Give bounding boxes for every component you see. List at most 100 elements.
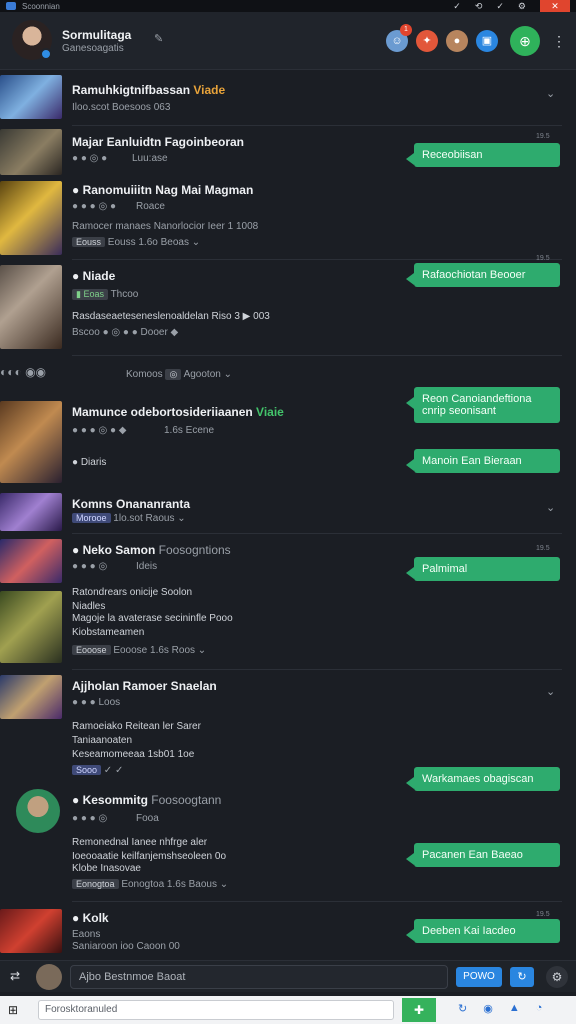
notification-badge: 1 <box>400 24 412 36</box>
message-input[interactable]: Ajbo Bestnmoe Baoat <box>70 965 448 989</box>
item-title: ● Kesommitg Foosoogtann <box>72 793 222 807</box>
list-item[interactable]: ● Niade ▮ Eoas Thcoo Rasdaseaeteseneslen… <box>0 263 576 349</box>
tray-icons: ↻ ◉ ▲ ◔ <box>458 1002 542 1015</box>
divider <box>72 901 562 902</box>
item-meta: 1.6s Ecene <box>164 425 215 436</box>
divider <box>72 259 562 260</box>
item-meta: Iloo.scot Boesoos 063 <box>72 102 171 113</box>
item-line: Niadles <box>72 601 106 612</box>
divider <box>72 533 562 534</box>
message-bubble[interactable]: Pacanen Ean Baeao <box>406 843 560 867</box>
divider <box>72 669 562 670</box>
item-meta-2: Bscoo ● ◎ ● ● Dooer ◆ <box>72 327 179 338</box>
taskbar-search-input[interactable]: Forosktoranuled <box>38 1000 394 1020</box>
item-title: Komns Onananranta <box>72 497 191 511</box>
message-bubble[interactable]: Reon Canoiandeftiona cnrip seonisant <box>406 387 560 423</box>
game-thumbnail <box>0 75 62 119</box>
item-line: Remonednal Ianee nhfrge aler <box>72 837 208 848</box>
item-line: ● Diaris <box>72 457 107 468</box>
avatar-group: ◐◐◐ ◉◉ <box>0 365 47 379</box>
page-title: Sormulitaga <box>62 28 132 42</box>
reaction-icons: ● ● ● ◎ <box>72 813 108 824</box>
list-item[interactable]: Komns Onananranta Morooe 1lo.sot Raous ⌄… <box>0 491 576 533</box>
item-meta-2: Eouss Eouss 1.6o Beoas ⌄ <box>72 237 200 248</box>
message-bubble[interactable]: Receobiisan <box>406 143 560 167</box>
window-title: Scoonnian <box>22 1 60 11</box>
chevron-down-icon[interactable]: ⌄ <box>546 87 555 100</box>
item-line: Klobe Inasovae <box>72 863 141 874</box>
item-title: Ramuhkigtnifbassan Viade <box>72 83 226 97</box>
link-icon[interactable]: ⟲ <box>475 1 483 12</box>
sync-icon[interactable]: ↻ <box>458 1002 467 1015</box>
item-title: Mamunce odebortosideriiaanen Viaie <box>72 405 284 419</box>
list-item[interactable]: ● Ranomuiiitn Nag Mai Magman ● ● ● ◎ ● R… <box>0 179 576 259</box>
chevron-down-icon[interactable]: ⌄ <box>546 685 555 698</box>
item-meta: Morooe 1lo.sot Raous ⌄ <box>72 513 186 524</box>
item-title: ● Kolk <box>72 911 109 925</box>
item-line: Rasdaseaeteseneslenoaldelan Riso 3 ▶ 003 <box>72 311 270 322</box>
window-titlebar: Scoonnian ✓ ⟲ ✓ ⚙ ✕ <box>0 0 576 12</box>
reaction-icons: ● ● ● ◎ ● ◆ <box>72 425 127 436</box>
item-title: ● Niade <box>72 269 116 283</box>
reaction-icons: ● ● ◎ ● <box>72 153 108 164</box>
reaction-icons: ● ● ● ◎ <box>72 561 108 572</box>
item-meta: Ideis <box>136 561 158 572</box>
item-line: Keseamomeeaa 1sb01 1oe <box>72 749 195 760</box>
list-item[interactable]: ● Kesommitg Foosoogtann ● ● ● ◎ Fooa Rem… <box>0 787 576 895</box>
item-line: Ratondrears onicije Soolon <box>72 587 193 598</box>
item-line: Magoje la avaterase secininfle Pooo <box>72 613 233 624</box>
close-window-button[interactable]: ✕ <box>540 0 570 12</box>
app-icon <box>6 2 16 10</box>
gear-icon[interactable]: ⚙ <box>546 966 568 988</box>
item-meta: ▮ Eoas Thcoo <box>72 289 138 300</box>
games-button[interactable]: ✦ <box>416 30 438 52</box>
clock-icon[interactable]: ◔ <box>536 1002 543 1015</box>
avatar[interactable] <box>36 964 62 990</box>
timestamp: 19.5 <box>536 255 550 262</box>
message-feed[interactable]: Ramuhkigtnifbassan Viade Iloo.scot Boeso… <box>0 71 576 960</box>
item-meta-2: Sooo ✓ ✓ <box>72 765 123 776</box>
game-thumbnail <box>0 265 62 349</box>
pin-icon[interactable]: ✓ <box>496 1 504 12</box>
message-bubble[interactable]: Palmimal <box>406 557 560 581</box>
item-meta: Fooa <box>136 813 159 824</box>
item-title: Komoos ◎ Agooton ⌄ <box>126 369 232 380</box>
item-line: Ramocer manaes Nanorlocior Ieer 1 1008 <box>72 221 259 232</box>
game-thumbnail <box>0 181 62 255</box>
edit-icon[interactable]: ✎ <box>154 32 163 45</box>
timestamp: 19.5 <box>536 133 550 140</box>
online-status-icon <box>40 48 52 60</box>
add-button[interactable]: ⊕ <box>510 26 540 56</box>
network-icon[interactable]: ◉ <box>483 1002 493 1015</box>
game-thumbnail <box>0 129 62 175</box>
chevron-down-icon[interactable]: ⌄ <box>546 501 555 514</box>
game-thumbnail <box>0 909 62 953</box>
gear-icon[interactable]: ⚙ <box>518 1 526 12</box>
profile-button[interactable]: ● <box>446 30 468 52</box>
send-button[interactable]: POWO <box>456 967 502 987</box>
item-meta-2: Eonogtoa Eonogtoa 1.6s Baous ⌄ <box>72 879 228 890</box>
windows-start-icon[interactable]: ⊞ <box>8 1003 18 1017</box>
item-title: ● Neko Samon Foosogntions <box>72 543 231 557</box>
item-title: Ajjholan Ramoer Snaelan <box>72 679 217 693</box>
message-bubble[interactable]: Deeben Kai Iacdeo <box>406 919 560 943</box>
os-taskbar: ⊞ Forosktoranuled ✚ ↻ ◉ ▲ ◔ <box>0 996 576 1024</box>
list-item[interactable]: Ramuhkigtnifbassan Viade Iloo.scot Boeso… <box>0 75 576 127</box>
message-bubble[interactable]: Manoin Ean Bieraan <box>406 449 560 473</box>
item-title: ● Ranomuiiitn Nag Mai Magman <box>72 183 254 197</box>
game-thumbnail <box>0 539 62 583</box>
item-meta-2: Eooose Eooose 1.6s Roos ⌄ <box>72 645 206 656</box>
refresh-button[interactable]: ↻ <box>510 967 534 987</box>
check-icon[interactable]: ✓ <box>453 1 461 12</box>
chat-button[interactable]: ▣ <box>476 30 498 52</box>
composer-bar: ⇄ Ajbo Bestnmoe Baoat POWO ↻ ⚙ <box>0 960 576 992</box>
emoji-icon[interactable]: ⇄ <box>10 969 20 983</box>
reaction-icons: ● ● ● ◎ ● <box>72 201 116 212</box>
divider <box>72 355 562 356</box>
app-launcher-button[interactable]: ✚ <box>402 998 436 1022</box>
item-line: Kiobstameamen <box>72 627 145 638</box>
item-line: Ramoeiako Reitean ler Sarer <box>72 721 201 732</box>
more-icon[interactable]: ⋮ <box>548 30 570 52</box>
avatar[interactable] <box>16 789 60 833</box>
volume-icon[interactable]: ▲ <box>509 1002 520 1015</box>
